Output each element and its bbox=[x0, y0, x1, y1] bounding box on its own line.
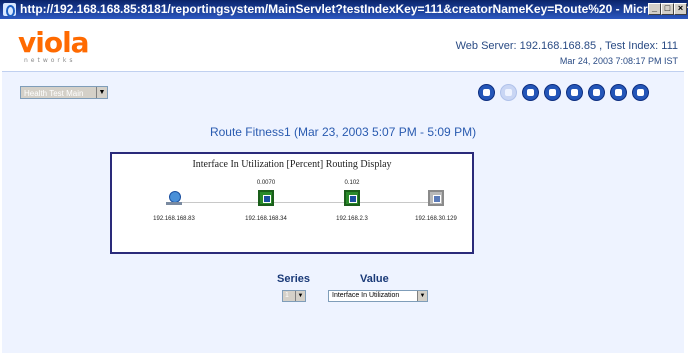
router-node-icon[interactable] bbox=[428, 190, 444, 206]
window-title: http://192.168.168.85:8181/reportingsyst… bbox=[20, 2, 688, 16]
browser-icon bbox=[3, 3, 16, 17]
report-date: Mar 24, 2003 7:08:17 PM IST bbox=[559, 56, 678, 66]
mail-icon[interactable] bbox=[588, 84, 605, 101]
router-node-icon[interactable] bbox=[258, 190, 274, 206]
node-start-icon[interactable] bbox=[166, 189, 182, 205]
node-ip: 192.168.30.129 bbox=[415, 216, 457, 222]
refresh-icon[interactable] bbox=[522, 84, 539, 101]
viola-logo: viola networks bbox=[18, 26, 90, 66]
main-panel: Health Test Main ▼ Route Fitness1 (Mar 2… bbox=[2, 71, 684, 353]
minimize-button[interactable]: _ bbox=[648, 3, 661, 15]
close-button[interactable]: × bbox=[674, 3, 687, 15]
test-select-value: Health Test Main bbox=[24, 89, 84, 98]
node-ip: 192.168.168.34 bbox=[245, 216, 287, 222]
route-title: Route Fitness1 (Mar 23, 2003 5:07 PM - 5… bbox=[209, 125, 477, 139]
series-label: Series bbox=[277, 273, 311, 285]
server-info: Web Server: 192.168.168.85 , Test Index:… bbox=[455, 40, 678, 52]
series-select-value: 1 bbox=[285, 292, 289, 299]
node-value: 0.0070 bbox=[256, 180, 276, 186]
chevron-down-icon: ▼ bbox=[417, 291, 427, 301]
chevron-down-icon: ▼ bbox=[96, 87, 107, 98]
value-label: Value bbox=[360, 273, 389, 285]
series-select[interactable]: 1 ▼ bbox=[282, 290, 306, 302]
chevron-down-icon: ▼ bbox=[295, 291, 305, 301]
value-select-value: Interface In Utilization bbox=[332, 292, 400, 299]
maximize-button[interactable]: □ bbox=[661, 3, 674, 15]
routing-diagram: Interface In Utilization [Percent] Routi… bbox=[110, 152, 474, 254]
home-icon[interactable] bbox=[478, 84, 495, 101]
router-node-icon[interactable] bbox=[344, 190, 360, 206]
back-icon[interactable] bbox=[500, 84, 517, 101]
logo-word: viola bbox=[18, 26, 90, 59]
route-line bbox=[174, 202, 434, 203]
node-ip: 192.168.2.3 bbox=[336, 216, 368, 222]
test-select[interactable]: Health Test Main ▼ bbox=[20, 86, 108, 99]
report-icon[interactable] bbox=[544, 84, 561, 101]
window-titlebar: http://192.168.168.85:8181/reportingsyst… bbox=[0, 0, 688, 19]
logo-subtext: networks bbox=[24, 57, 76, 64]
help-icon[interactable] bbox=[610, 84, 627, 101]
node-ip: 192.168.168.83 bbox=[153, 216, 195, 222]
print-icon[interactable] bbox=[566, 84, 583, 101]
page-header: viola networks Web Server: 192.168.168.8… bbox=[0, 19, 688, 71]
node-value: 0.102 bbox=[344, 180, 360, 186]
diagram-title: Interface In Utilization [Percent] Routi… bbox=[192, 159, 392, 170]
exit-icon[interactable] bbox=[632, 84, 649, 101]
value-select[interactable]: Interface In Utilization ▼ bbox=[328, 290, 428, 302]
